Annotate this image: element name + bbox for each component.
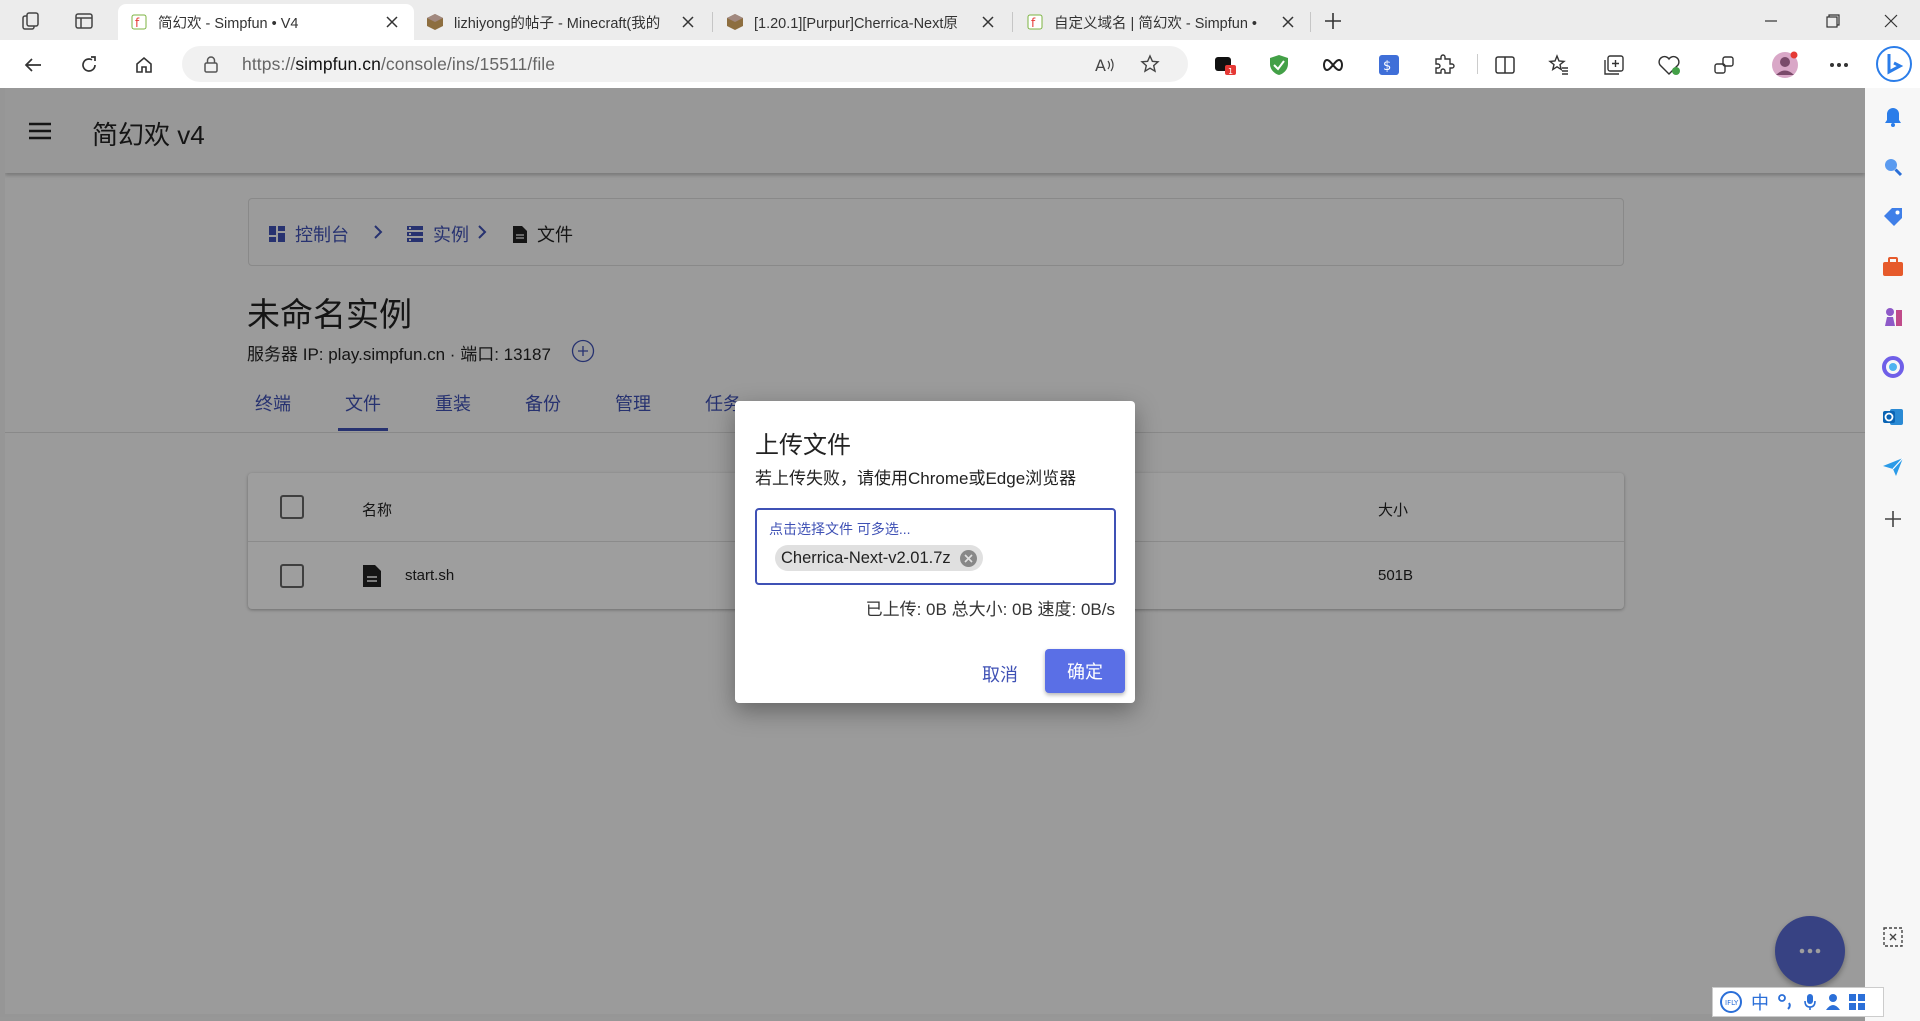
avatar[interactable]: [1770, 50, 1800, 80]
reload-icon[interactable]: [76, 52, 102, 78]
more-menu-icon[interactable]: [1826, 52, 1852, 78]
browser-tab-minecraft[interactable]: lizhiyong的帖子 - Minecraft(我的: [414, 4, 710, 40]
upload-progress: 已上传: 0B 总大小: 0B 速度: 0B/s: [865, 600, 1115, 619]
edge-sidebar: [1865, 88, 1920, 1021]
svg-text:IFLY: IFLY: [1725, 999, 1739, 1007]
infinity-icon[interactable]: [1320, 52, 1346, 78]
close-tab-icon[interactable]: [678, 12, 698, 32]
simpfun-favicon-icon: f: [1026, 13, 1044, 31]
file-picker-field[interactable]: 点击选择文件 可多选... Cherrica-Next-v2.01.7z: [755, 508, 1116, 585]
split-screen-icon[interactable]: [1492, 52, 1518, 78]
selected-file-chip: Cherrica-Next-v2.01.7z: [775, 545, 983, 571]
tab-title: [1.20.1][Purpur]Cherrica-Next原: [754, 15, 958, 32]
collections-icon[interactable]: [1601, 52, 1627, 78]
read-aloud-icon[interactable]: A: [1094, 54, 1116, 76]
tools-briefcase-icon[interactable]: [1880, 254, 1906, 280]
close-tab-icon[interactable]: [1278, 12, 1298, 32]
selected-file-name: Cherrica-Next-v2.01.7z: [781, 549, 951, 567]
tab-separator: [1012, 12, 1013, 32]
search-icon[interactable]: [1880, 154, 1906, 180]
shopping-tag-icon[interactable]: [1880, 204, 1906, 230]
copilot-m365-icon[interactable]: [1880, 354, 1906, 380]
home-icon[interactable]: [131, 52, 157, 78]
browser-tab-cherrica[interactable]: [1.20.1][Purpur]Cherrica-Next原: [714, 4, 1010, 40]
dialog-title: 上传文件: [755, 432, 851, 459]
favorites-icon[interactable]: [1546, 52, 1572, 78]
svg-text:A: A: [1095, 56, 1106, 74]
tab-actions-icon[interactable]: [73, 10, 95, 32]
svg-text:1: 1: [1228, 67, 1233, 76]
browser-toolbar: https://simpfun.cn/console/ins/15511/fil…: [0, 40, 1920, 88]
send-plane-icon[interactable]: [1880, 454, 1906, 480]
translate-extension-icon[interactable]: $: [1376, 52, 1402, 78]
url-path: /console/ins/15511/file: [380, 54, 556, 74]
screenshot-capture-icon[interactable]: [1880, 924, 1906, 950]
shield-icon[interactable]: [1266, 52, 1292, 78]
tab-title: lizhiyong的帖子 - Minecraft(我的: [454, 15, 661, 32]
cancel-button[interactable]: 取消: [965, 652, 1035, 696]
ifly-logo-icon[interactable]: IFLY: [1719, 990, 1743, 1014]
browser-tab-custom-domain[interactable]: f 自定义域名 | 简幻欢 - Simpfun •: [1014, 4, 1310, 40]
browser-tab-strip: f 简幻欢 - Simpfun • V4 lizhiyong的帖子 - Mine…: [0, 0, 1920, 40]
ime-toolbar: IFLY 中: [1712, 987, 1884, 1017]
url-host: simpfun.cn: [295, 54, 381, 74]
tab-separator: [712, 12, 713, 32]
microphone-icon[interactable]: [1803, 993, 1817, 1011]
extension-badge-icon[interactable]: 1: [1212, 52, 1238, 78]
grid-apps-icon[interactable]: [1849, 994, 1865, 1010]
games-chess-icon[interactable]: [1880, 304, 1906, 330]
copilot-chat-icon[interactable]: [1711, 52, 1737, 78]
url-text[interactable]: https://simpfun.cn/console/ins/15511/fil…: [242, 54, 555, 75]
close-tab-icon[interactable]: [382, 12, 402, 32]
minimize-window-icon[interactable]: [1758, 8, 1784, 34]
remove-file-icon[interactable]: [959, 550, 977, 567]
url-scheme: https://: [242, 54, 296, 74]
address-bar[interactable]: https://simpfun.cn/console/ins/15511/fil…: [182, 46, 1188, 82]
tab-title: 简幻欢 - Simpfun • V4: [158, 15, 299, 32]
outlook-icon[interactable]: [1880, 404, 1906, 430]
minecraft-favicon-icon: [426, 13, 444, 31]
close-tab-icon[interactable]: [978, 12, 998, 32]
browser-tab-simpfun[interactable]: f 简幻欢 - Simpfun • V4: [118, 4, 414, 40]
simpfun-favicon-icon: f: [130, 13, 148, 31]
svg-text:$: $: [1383, 59, 1391, 74]
tab-title: 自定义域名 | 简幻欢 - Simpfun •: [1054, 15, 1258, 32]
punctuation-icon[interactable]: [1777, 993, 1795, 1011]
copilot-icon[interactable]: [1874, 44, 1914, 84]
lock-icon[interactable]: [202, 55, 220, 73]
notifications-bell-icon[interactable]: [1880, 104, 1906, 130]
favorite-star-icon[interactable]: [1139, 53, 1161, 75]
upload-dialog: 上传文件 若上传失败，请使用Chrome或Edge浏览器 点击选择文件 可多选.…: [735, 401, 1135, 703]
close-window-icon[interactable]: [1878, 8, 1904, 34]
browser-essentials-icon[interactable]: [1656, 52, 1682, 78]
restore-window-icon[interactable]: [1820, 8, 1846, 34]
dialog-description: 若上传失败，请使用Chrome或Edge浏览器: [755, 469, 1077, 488]
toolbar-separator: [1477, 54, 1478, 74]
tab-separator: [1310, 12, 1311, 32]
file-picker-label: 点击选择文件 可多选...: [769, 521, 911, 537]
extensions-puzzle-icon[interactable]: [1431, 52, 1457, 78]
confirm-button[interactable]: 确定: [1045, 649, 1125, 693]
add-sidebar-app-icon[interactable]: [1880, 506, 1906, 532]
workspaces-icon[interactable]: [20, 10, 42, 32]
new-tab-icon[interactable]: [1320, 8, 1346, 34]
ime-language[interactable]: 中: [1751, 989, 1769, 1015]
minecraft-favicon-icon: [726, 13, 744, 31]
user-icon[interactable]: [1825, 993, 1841, 1011]
back-icon[interactable]: [20, 52, 46, 78]
